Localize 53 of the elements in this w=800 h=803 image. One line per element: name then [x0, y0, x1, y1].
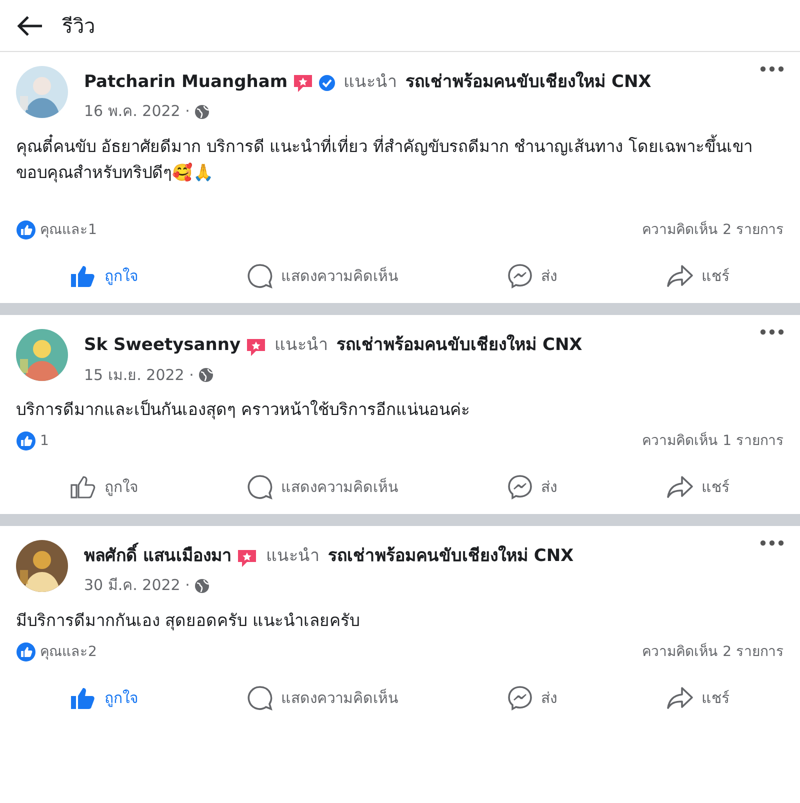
more-icon[interactable]	[760, 540, 784, 546]
page-name[interactable]: รถเช่าพร้อมคนขับเชียงใหม่ CNX	[336, 333, 582, 359]
like-count-icon	[16, 220, 36, 242]
recommends-label: แนะนำ	[274, 334, 329, 358]
send-button[interactable]: ส่ง	[496, 468, 567, 506]
send-button[interactable]: ส่ง	[496, 679, 567, 718]
more-icon[interactable]	[760, 66, 784, 72]
like-count-icon	[16, 642, 36, 664]
share-button[interactable]: แชร์	[656, 258, 740, 294]
author-name[interactable]: พลศักดิ์ แสนเมืองมา	[84, 544, 232, 570]
thumbs-up-icon	[70, 264, 96, 288]
reaction-count: คุณและ1	[40, 221, 97, 240]
reaction-count: คุณและ2	[40, 643, 97, 662]
messenger-icon	[506, 685, 533, 712]
more-icon[interactable]	[760, 329, 784, 336]
share-button[interactable]: แชร์	[656, 469, 740, 506]
post-text: คุณตี๋คนขับ อัธยาศัยดีมาก บริการดี แนะนำที่เที่ยว ที่สำคัญขับรถดีมาก ชำนาญเส้นทาง โดยเฉพาะขึ้นเขา ขอบคุณสำหรับทริปดีๆ🥰🙏	[16, 134, 784, 186]
share-arrow-icon	[666, 264, 694, 288]
post-text: บริการดีมากและเป็นกันเองสุดๆ คราวหน้าใช้บริการอีกแน่นอนค่ะ	[16, 398, 472, 422]
author-name[interactable]: Patcharin Muangham	[84, 70, 288, 96]
comment-count[interactable]: ความคิดเห็น 2 รายการ	[642, 642, 784, 664]
like-button[interactable]: ถูกใจ	[60, 680, 148, 716]
share-arrow-icon	[666, 686, 694, 710]
author-name[interactable]: Sk Sweetysanny	[84, 333, 241, 359]
post-date: 16 พ.ค. 2022 ·	[84, 101, 190, 122]
speech-bubble-icon	[247, 474, 274, 500]
messenger-icon	[506, 474, 533, 500]
recommends-label: แนะนำ	[344, 71, 398, 94]
comment-button[interactable]: แสดงความคิดเห็น	[237, 468, 408, 506]
reaction-count: 1	[40, 432, 49, 452]
page-title: รีวิว	[62, 12, 95, 40]
send-button[interactable]: ส่ง	[496, 257, 567, 296]
like-count-icon	[16, 431, 36, 452]
post-text: มีบริการดีมากกันเอง สุดยอดครับ แนะนำเลยครับ	[16, 610, 360, 632]
post-date: 15 เม.ย. 2022 ·	[84, 364, 194, 386]
speech-bubble-icon	[247, 263, 274, 290]
comment-count[interactable]: ความคิดเห็น 2 รายการ	[642, 220, 784, 242]
post-date: 30 มี.ค. 2022 ·	[84, 575, 190, 596]
comment-count[interactable]: ความคิดเห็น 1 รายการ	[642, 431, 784, 452]
page-name[interactable]: รถเช่าพร้อมคนขับเชียงใหม่ CNX	[328, 544, 574, 570]
back-icon[interactable]	[16, 13, 44, 38]
like-button[interactable]: ถูกใจ	[60, 258, 148, 294]
messenger-icon	[506, 263, 533, 290]
comment-button[interactable]: แสดงความคิดเห็น	[237, 679, 408, 718]
share-arrow-icon	[666, 475, 694, 500]
share-button[interactable]: แชร์	[656, 680, 740, 716]
comment-button[interactable]: แสดงความคิดเห็น	[237, 257, 408, 296]
like-button[interactable]: ถูกใจ	[60, 469, 148, 506]
thumbs-up-icon	[70, 686, 96, 710]
recommends-label: แนะนำ	[266, 545, 320, 568]
speech-bubble-icon	[247, 685, 274, 712]
thumbs-up-icon	[70, 475, 96, 500]
page-name[interactable]: รถเช่าพร้อมคนขับเชียงใหม่ CNX	[406, 70, 652, 96]
